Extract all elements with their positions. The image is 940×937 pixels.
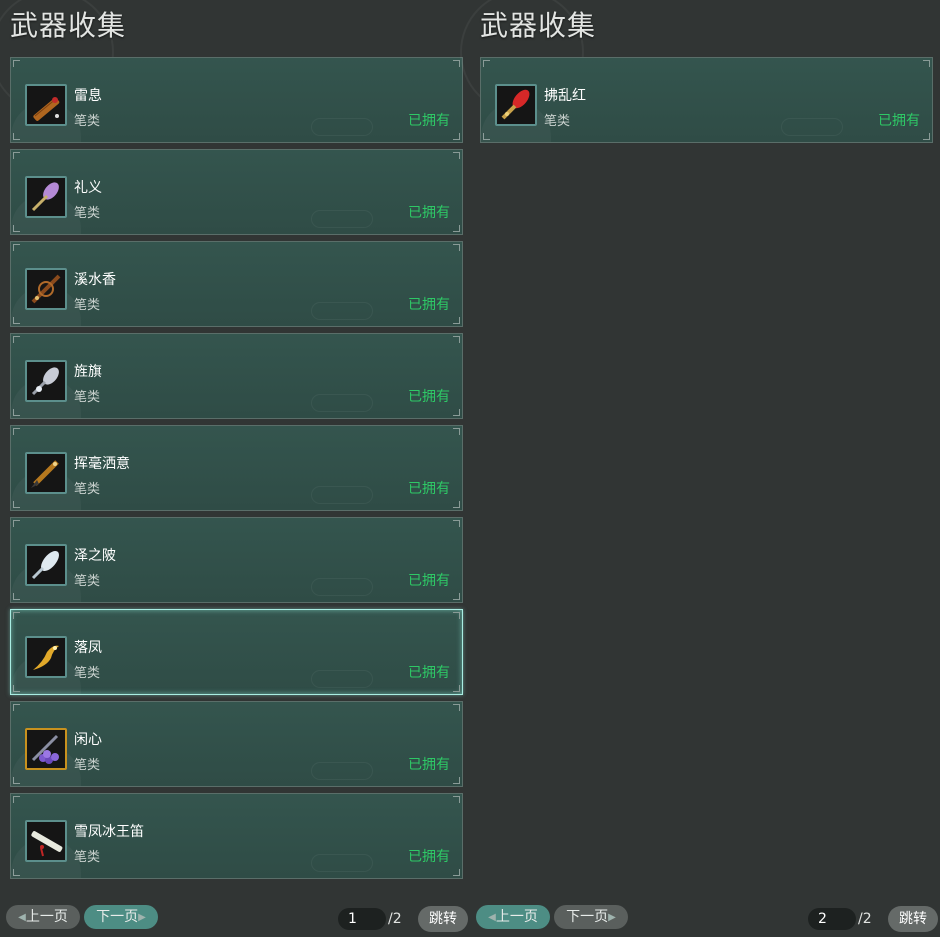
weapon-type: 笔类 [74, 758, 101, 773]
weapon-card[interactable]: 泽之陂 笔类 已拥有 [10, 517, 463, 603]
weapon-name: 礼义 [74, 180, 102, 196]
weapon-card[interactable]: 礼义 笔类 已拥有 [10, 149, 463, 235]
prev-page-button[interactable]: ◀上一页 [476, 905, 550, 929]
ice-brush-icon [25, 544, 67, 586]
weapon-card-selected[interactable]: 落凤 笔类 已拥有 [10, 609, 463, 695]
prev-page-button[interactable]: ◀上一页 [6, 905, 80, 929]
owned-status: 已拥有 [878, 113, 920, 129]
owned-status: 已拥有 [408, 757, 450, 773]
weapon-type: 笔类 [74, 666, 101, 681]
owned-status: 已拥有 [408, 297, 450, 313]
page-total: /2 [388, 911, 402, 927]
weapon-list: 雷息 笔类 已拥有 礼义 笔类 已拥有 溪水香 笔类 已拥有 旌旗 笔类 已拥有… [10, 57, 463, 885]
weapon-card[interactable]: 溪水香 笔类 已拥有 [10, 241, 463, 327]
weapon-name: 闲心 [74, 732, 102, 748]
golden-brush-icon [25, 452, 67, 494]
weapon-type: 笔类 [74, 482, 101, 497]
collection-panel-left: 武器收集 雷息 笔类 已拥有 礼义 笔类 已拥有 溪水香 笔类 已拥有 旌旗 笔… [0, 0, 470, 937]
weapon-name: 溪水香 [74, 272, 116, 288]
weapon-type: 笔类 [74, 390, 101, 405]
weapon-card[interactable]: 拂乱红 笔类 已拥有 [480, 57, 933, 143]
owned-status: 已拥有 [408, 665, 450, 681]
weapon-card[interactable]: 雪凤冰王笛 笔类 已拥有 [10, 793, 463, 879]
silver-brush-icon [25, 360, 67, 402]
weapon-card[interactable]: 闲心 笔类 已拥有 [10, 701, 463, 787]
phoenix-brush-icon [25, 636, 67, 678]
page-number-input[interactable]: 1 [338, 908, 386, 930]
bamboo-flute-brush-icon [25, 84, 67, 126]
weapon-type: 笔类 [74, 850, 101, 865]
weapon-name: 落凤 [74, 640, 102, 656]
weapon-name: 挥毫洒意 [74, 456, 130, 472]
jump-button[interactable]: 跳转 [418, 906, 468, 932]
weapon-name: 雷息 [74, 88, 102, 104]
owned-status: 已拥有 [408, 481, 450, 497]
red-brush-icon [495, 84, 537, 126]
owned-status: 已拥有 [408, 573, 450, 589]
weapon-type: 笔类 [544, 114, 571, 129]
panel-title: 武器收集 [480, 9, 597, 42]
page-number-input[interactable]: 2 [808, 908, 856, 930]
weapon-card[interactable]: 旌旗 笔类 已拥有 [10, 333, 463, 419]
ornate-brush-icon [25, 268, 67, 310]
weapon-name: 雪凤冰王笛 [74, 824, 144, 840]
next-page-button[interactable]: 下一页▶ [84, 905, 158, 929]
jump-button[interactable]: 跳转 [888, 906, 938, 932]
owned-status: 已拥有 [408, 849, 450, 865]
weapon-card[interactable]: 挥毫洒意 笔类 已拥有 [10, 425, 463, 511]
purple-brush-icon [25, 176, 67, 218]
page-total: /2 [858, 911, 872, 927]
grape-brush-icon [25, 728, 67, 770]
weapon-list: 拂乱红 笔类 已拥有 [480, 57, 933, 149]
weapon-name: 泽之陂 [74, 548, 116, 564]
weapon-type: 笔类 [74, 206, 101, 221]
weapon-name: 旌旗 [74, 364, 102, 380]
owned-status: 已拥有 [408, 205, 450, 221]
panel-title: 武器收集 [10, 9, 127, 42]
owned-status: 已拥有 [408, 389, 450, 405]
weapon-type: 笔类 [74, 574, 101, 589]
next-page-button[interactable]: 下一页▶ [554, 905, 628, 929]
jade-flute-icon [25, 820, 67, 862]
weapon-type: 笔类 [74, 298, 101, 313]
weapon-name: 拂乱红 [544, 88, 586, 104]
owned-status: 已拥有 [408, 113, 450, 129]
collection-panel-right: 武器收集 拂乱红 笔类 已拥有 ◀上一页 下一页▶ 2 /2 跳转 [460, 0, 940, 937]
weapon-card[interactable]: 雷息 笔类 已拥有 [10, 57, 463, 143]
weapon-type: 笔类 [74, 114, 101, 129]
